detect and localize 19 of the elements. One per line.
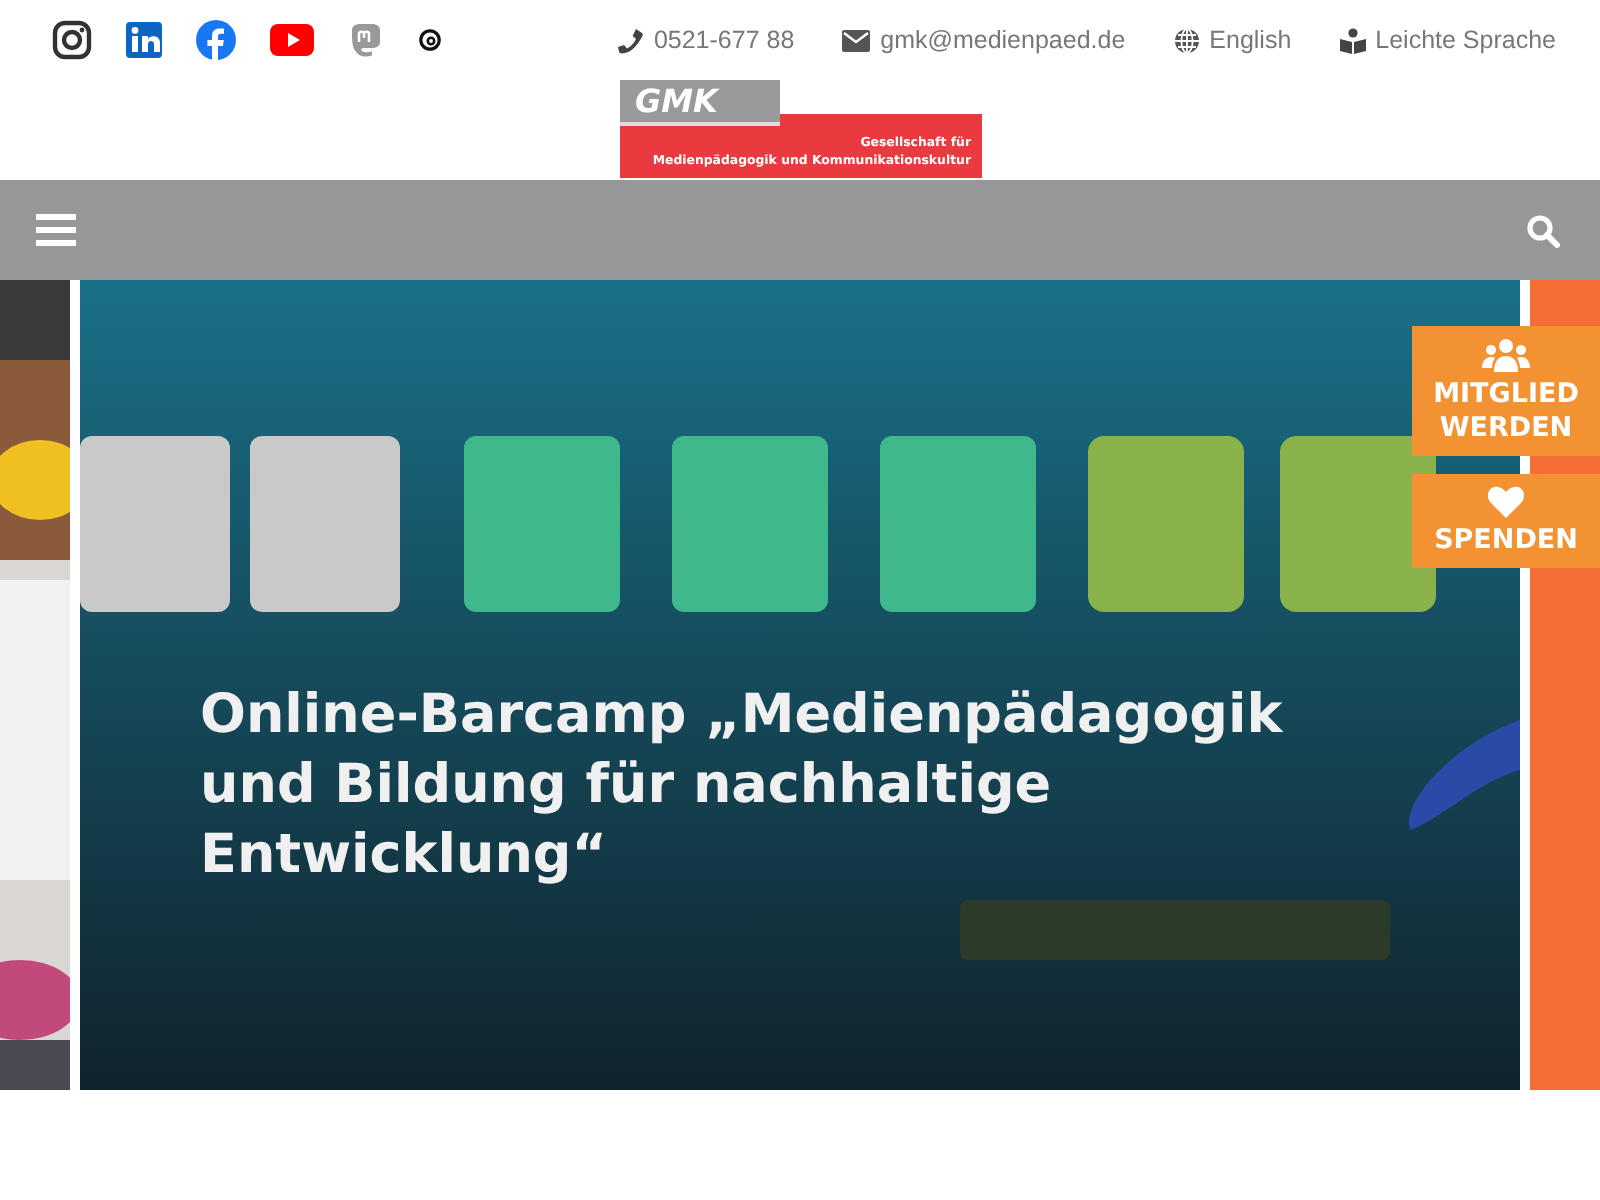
youtube-icon[interactable]: [270, 24, 314, 56]
contact-link[interactable]: Leichte Sprache: [1339, 26, 1556, 54]
heart-icon: [1488, 486, 1524, 518]
search-icon[interactable]: [1526, 213, 1560, 247]
donate-button[interactable]: SPENDEN: [1412, 474, 1600, 568]
linkedin-icon[interactable]: [126, 22, 162, 58]
mastodon-icon[interactable]: [348, 21, 384, 59]
phone-icon: [617, 27, 644, 53]
contact-link[interactable]: English: [1173, 26, 1292, 54]
mail-icon: [842, 29, 871, 51]
menu-icon[interactable]: [36, 214, 76, 246]
instagram-icon[interactable]: [52, 20, 92, 60]
globe-icon: [1173, 27, 1200, 53]
contact-link[interactable]: gmk@medienpaed.de: [842, 26, 1126, 54]
facebook-icon[interactable]: [196, 20, 236, 60]
contact-link[interactable]: 0521-677 88: [617, 26, 795, 54]
membership-button[interactable]: MITGLIED WERDEN: [1412, 326, 1600, 456]
reader-icon: [1339, 27, 1366, 53]
people-icon: [1482, 338, 1530, 372]
